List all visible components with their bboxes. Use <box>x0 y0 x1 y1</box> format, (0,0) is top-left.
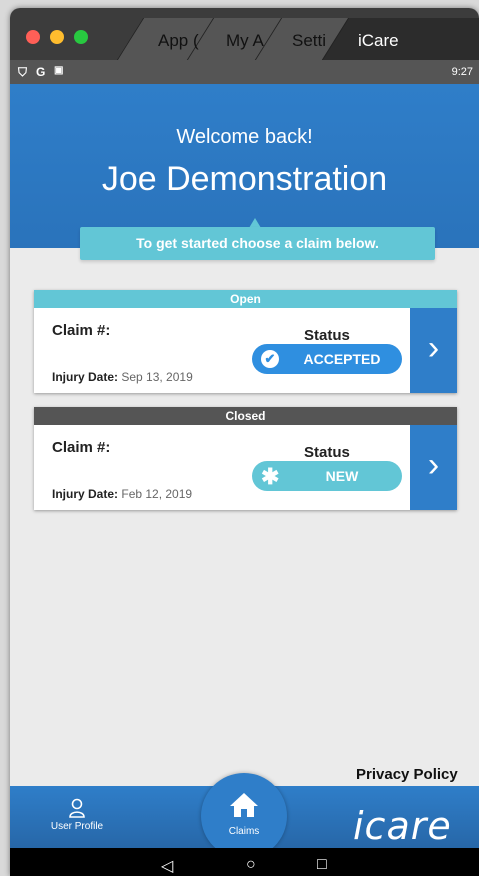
status-text: ACCEPTED <box>303 351 381 367</box>
nav-claims-button[interactable]: Claims <box>201 773 287 859</box>
claim-number-label: Claim #: <box>52 322 111 339</box>
injury-date: Injury Date: Sep 13, 2019 <box>52 370 193 384</box>
injury-date-label: Injury Date: <box>52 370 119 384</box>
nav-claims-label: Claims <box>228 826 260 837</box>
status-badge: ✔ ACCEPTED <box>252 344 402 374</box>
user-icon <box>69 798 85 818</box>
privacy-policy-link[interactable]: Privacy Policy <box>356 766 458 783</box>
status-label: Status <box>304 327 350 344</box>
android-system-nav: ◁ ○ □ <box>10 848 479 876</box>
injury-date-value: Feb 12, 2019 <box>121 487 193 501</box>
status-label: Status <box>304 444 350 461</box>
open-claim-button[interactable]: › <box>410 425 457 510</box>
chevron-right-icon: › <box>427 329 440 367</box>
status-text: NEW <box>325 468 359 484</box>
user-name: Joe Demonstration <box>101 160 388 198</box>
notification-icon: ▣ <box>54 65 64 76</box>
tab-label-icare: iCare <box>358 31 399 50</box>
claim-section-header: Closed <box>34 407 457 425</box>
tab-label-my-account: My A <box>226 31 264 50</box>
tab-label-settings: Setti <box>292 31 327 50</box>
open-claim-button[interactable]: › <box>410 308 457 393</box>
welcome-text: Welcome back! <box>176 126 313 148</box>
google-icon: G <box>36 65 46 79</box>
app-window: App ( My A Setti iCare ⛉ G ▣ 9:27 Welcom… <box>10 8 479 876</box>
status-badge: ✱ NEW <box>252 461 402 491</box>
claim-card-open[interactable]: Open Claim #: Injury Date: Sep 13, 2019 … <box>34 290 457 393</box>
maximize-window-button[interactable] <box>74 30 88 44</box>
back-icon[interactable]: ◁ <box>161 856 173 876</box>
home-circle-icon[interactable]: ○ <box>246 856 256 874</box>
injury-date-label: Injury Date: <box>52 487 119 501</box>
window-titlebar: App ( My A Setti iCare <box>10 8 479 60</box>
browser-tab-active[interactable] <box>321 18 479 60</box>
claim-card-closed[interactable]: Closed Claim #: Injury Date: Feb 12, 201… <box>34 407 457 510</box>
claim-section-header: Open <box>34 290 457 308</box>
home-icon <box>230 793 258 817</box>
chevron-right-icon: › <box>427 446 440 484</box>
recent-apps-icon[interactable]: □ <box>317 856 327 874</box>
minimize-window-button[interactable] <box>50 30 64 44</box>
android-status-bar: ⛉ G ▣ 9:27 <box>10 60 479 84</box>
claim-number-label: Claim #: <box>52 439 111 456</box>
nav-user-profile-label: User Profile <box>50 821 104 832</box>
status-time: 9:27 <box>451 66 473 78</box>
injury-date-value: Sep 13, 2019 <box>121 370 193 384</box>
nav-user-profile[interactable]: User Profile <box>42 798 112 832</box>
shield-icon: ⛉ <box>18 65 28 79</box>
hint-banner: To get started choose a claim below. <box>80 227 435 260</box>
injury-date: Injury Date: Feb 12, 2019 <box>52 487 192 501</box>
close-window-button[interactable] <box>26 30 40 44</box>
welcome-header: Welcome back! Joe Demonstration <box>10 84 479 248</box>
tab-label-app: App ( <box>158 31 199 50</box>
icare-logo: icare <box>353 804 452 848</box>
